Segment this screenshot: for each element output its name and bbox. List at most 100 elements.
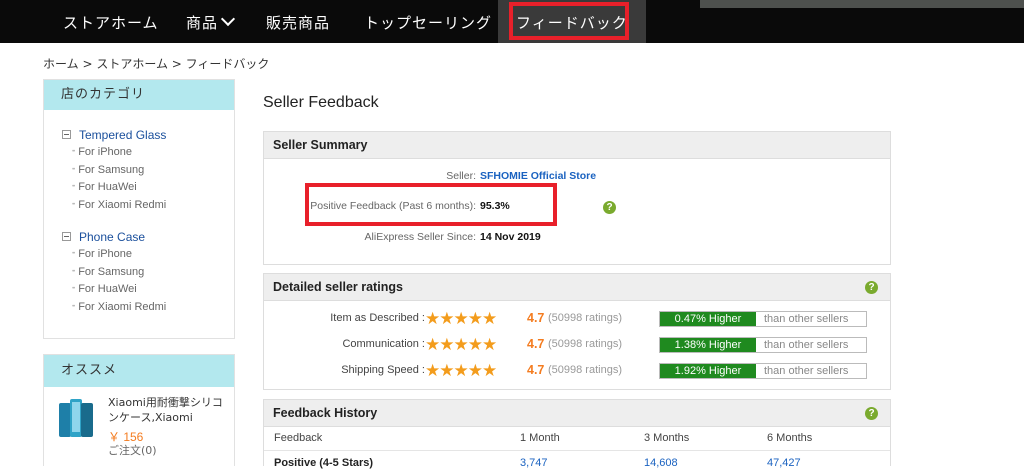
comparison-text: than other sellers <box>764 313 849 325</box>
nav-store-home[interactable]: ストアホーム <box>63 0 159 43</box>
breadcrumb-separator: > <box>167 57 186 71</box>
star-icon: ★ <box>439 335 455 354</box>
history-header-row: Feedback 1 Month 3 Months 6 Months <box>264 427 890 449</box>
recommend-product-title[interactable]: Xiaomi用耐衝撃シリコンケース,Xiaomi <box>108 395 228 425</box>
comparison-bar: 1.92% Higher than other sellers <box>659 363 867 379</box>
recommend-product-orders: ご注文(0) <box>108 444 157 457</box>
help-icon[interactable]: ? <box>865 407 878 420</box>
rating-row: Item as Described : ★★★★★ 4.7 (50998 rat… <box>264 308 890 330</box>
history-value[interactable]: 3,747 <box>520 457 548 469</box>
feedback-history-title-text: Feedback History <box>273 406 378 420</box>
comparison-bar: 1.38% Higher than other sellers <box>659 337 867 353</box>
star-icon: ★ <box>467 335 483 354</box>
rating-count: (50998 ratings) <box>548 312 622 324</box>
rating-count: (50998 ratings) <box>548 364 622 376</box>
star-rating: ★★★★★ <box>425 361 498 381</box>
subcategory-item[interactable]: For iPhone <box>62 144 166 162</box>
feedback-history-panel: Feedback History? Feedback 1 Month 3 Mon… <box>263 399 891 469</box>
subcategory-item[interactable]: For HuaWei <box>62 179 166 197</box>
rating-score: 4.7 <box>527 337 545 351</box>
rating-score: 4.7 <box>527 363 545 377</box>
category-phone-case[interactable]: Phone Case <box>62 228 166 246</box>
positive-feedback-highlight <box>305 183 557 226</box>
category-tempered-glass[interactable]: Tempered Glass <box>62 126 166 144</box>
breadcrumb-feedback: フィードバック <box>185 57 270 71</box>
product-thumbnail[interactable] <box>56 395 96 443</box>
detailed-ratings-title: Detailed seller ratings? <box>264 274 890 301</box>
category-group-tempered-glass: Tempered Glass For iPhone For Samsung Fo… <box>62 126 166 214</box>
rating-label: Communication : <box>342 338 425 350</box>
subcategory-item[interactable]: For Xiaomi Redmi <box>62 299 166 317</box>
subcategory-item[interactable]: For Xiaomi Redmi <box>62 197 166 215</box>
nav-top-selling[interactable]: トップセーリング <box>364 0 492 43</box>
rating-score: 4.7 <box>527 311 545 325</box>
minus-square-icon[interactable] <box>62 232 71 241</box>
seller-name-link[interactable]: SFHOMIE Official Store <box>480 170 596 182</box>
rating-label: Item as Described : <box>330 312 425 324</box>
comparison-higher: 1.92% Higher <box>660 364 756 378</box>
rating-label: Shipping Speed : <box>341 364 425 376</box>
rating-count: (50998 ratings) <box>548 338 622 350</box>
star-icon: ★ <box>425 335 441 354</box>
rating-row: Communication : ★★★★★ 4.7 (50998 ratings… <box>264 334 890 356</box>
detailed-ratings-title-text: Detailed seller ratings <box>273 280 403 294</box>
breadcrumb-separator: > <box>78 57 97 71</box>
history-row: Positive (4-5 Stars) 3,747 14,608 47,427 <box>264 454 890 472</box>
category-title: Phone Case <box>79 230 146 244</box>
breadcrumb-home[interactable]: ホーム <box>43 57 79 71</box>
recommend-title: オススメ <box>44 355 234 387</box>
history-value[interactable]: 14,608 <box>644 457 678 469</box>
detailed-ratings-panel: Detailed seller ratings? Item as Describ… <box>263 273 891 390</box>
comparison-higher: 1.38% Higher <box>660 338 756 352</box>
subcategory-item[interactable]: For Samsung <box>62 162 166 180</box>
nav-products-label: 商品 <box>186 14 219 32</box>
history-header: 3 Months <box>644 432 690 444</box>
recommend-panel: オススメ Xiaomi用耐衝撃シリコンケース,Xiaomi ￥ 156 ご注文(… <box>43 354 235 466</box>
nav-sale-items[interactable]: 販売商品 <box>266 0 330 43</box>
comparison-bar: 0.47% Higher than other sellers <box>659 311 867 327</box>
breadcrumb-store-home[interactable]: ストアホーム <box>96 57 168 71</box>
chevron-down-icon <box>220 11 236 27</box>
star-icon: ★ <box>482 309 498 328</box>
rating-row: Shipping Speed : ★★★★★ 4.7 (50998 rating… <box>264 360 890 382</box>
nav-background-decoration <box>700 0 1024 8</box>
comparison-higher: 0.47% Higher <box>660 312 756 326</box>
star-icon: ★ <box>425 309 441 328</box>
star-icon: ★ <box>467 309 483 328</box>
minus-square-icon[interactable] <box>62 130 71 139</box>
feedback-tab-highlight <box>509 2 629 40</box>
comparison-text: than other sellers <box>764 365 849 377</box>
breadcrumb: ホーム > ストアホーム > フィードバック <box>43 55 269 72</box>
help-icon[interactable]: ? <box>865 281 878 294</box>
history-row-label: Positive (4-5 Stars) <box>274 457 374 469</box>
history-header: Feedback <box>274 432 323 444</box>
star-icon: ★ <box>425 361 441 380</box>
store-categories-title: 店のカテゴリ <box>44 80 234 110</box>
seller-since-value: 14 Nov 2019 <box>480 231 541 243</box>
star-icon: ★ <box>467 361 483 380</box>
seller-summary-title: Seller Summary <box>264 132 890 159</box>
store-categories-panel: 店のカテゴリ Tempered Glass For iPhone For Sam… <box>43 79 235 339</box>
history-header: 1 Month <box>520 432 560 444</box>
subcategory-item[interactable]: For iPhone <box>62 246 166 264</box>
history-value[interactable]: 47,427 <box>767 457 801 469</box>
comparison-text: than other sellers <box>764 339 849 351</box>
history-header: 6 Months <box>767 432 813 444</box>
seller-since-label: AliExpress Seller Since: <box>364 231 476 243</box>
feedback-history-title: Feedback History? <box>264 400 890 427</box>
seller-label: Seller: <box>446 170 476 182</box>
page-title: Seller Feedback <box>263 94 379 111</box>
star-icon: ★ <box>482 361 498 380</box>
top-nav: ストアホーム 商品 販売商品 トップセーリング フィードバック <box>0 0 1024 43</box>
nav-products[interactable]: 商品 <box>186 0 236 43</box>
subcategory-item[interactable]: For Samsung <box>62 264 166 282</box>
star-icon: ★ <box>482 335 498 354</box>
subcategory-item[interactable]: For HuaWei <box>62 281 166 299</box>
history-divider <box>264 450 890 451</box>
star-icon: ★ <box>453 335 469 354</box>
help-icon[interactable]: ? <box>603 201 616 214</box>
star-rating: ★★★★★ <box>425 309 498 329</box>
category-title: Tempered Glass <box>79 128 167 142</box>
star-icon: ★ <box>439 309 455 328</box>
star-icon: ★ <box>439 361 455 380</box>
